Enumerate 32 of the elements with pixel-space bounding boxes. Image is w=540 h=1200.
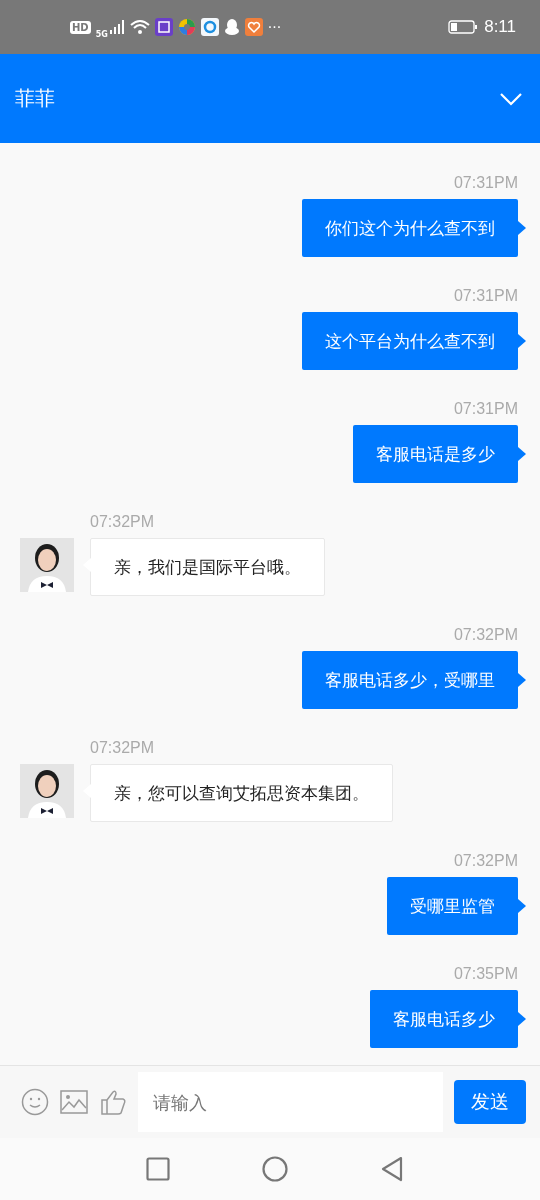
timestamp: 07:31PM <box>453 286 518 306</box>
penguin-icon <box>223 18 240 36</box>
wifi-icon <box>129 19 150 35</box>
chevron-down-icon[interactable] <box>499 90 523 107</box>
browser-icon <box>200 18 219 36</box>
chat-title: 菲菲 <box>15 85 55 112</box>
timestamp: 07:32PM <box>453 851 518 871</box>
timestamp: 07:32PM <box>90 738 155 758</box>
hd-badge: HD <box>70 20 91 34</box>
app-icon <box>177 18 196 36</box>
avatar-icon <box>20 538 74 592</box>
more-indicator: ··· <box>267 19 282 35</box>
back-icon[interactable] <box>380 1156 404 1182</box>
message-input[interactable]: 请输入 <box>138 1072 443 1132</box>
timestamp: 07:35PM <box>453 964 518 984</box>
signal-icon <box>108 19 125 35</box>
battery-icon <box>448 19 479 35</box>
timestamp: 07:32PM <box>453 625 518 645</box>
image-icon[interactable] <box>60 1090 88 1114</box>
timestamp: 07:32PM <box>90 512 155 532</box>
network-label: 5G <box>95 29 108 39</box>
avatar-icon <box>20 764 74 818</box>
clock: 8:11 <box>484 17 516 37</box>
timestamp: 07:31PM <box>453 399 518 419</box>
timestamp: 07:31PM <box>453 173 518 193</box>
recent-apps-icon[interactable] <box>146 1157 170 1181</box>
send-button[interactable]: 发送 <box>454 1080 526 1124</box>
heart-icon <box>244 18 263 36</box>
home-icon[interactable] <box>262 1156 288 1182</box>
thumbs-up-icon[interactable] <box>99 1088 127 1116</box>
emoji-icon[interactable] <box>21 1088 49 1116</box>
app-icon <box>154 18 173 36</box>
